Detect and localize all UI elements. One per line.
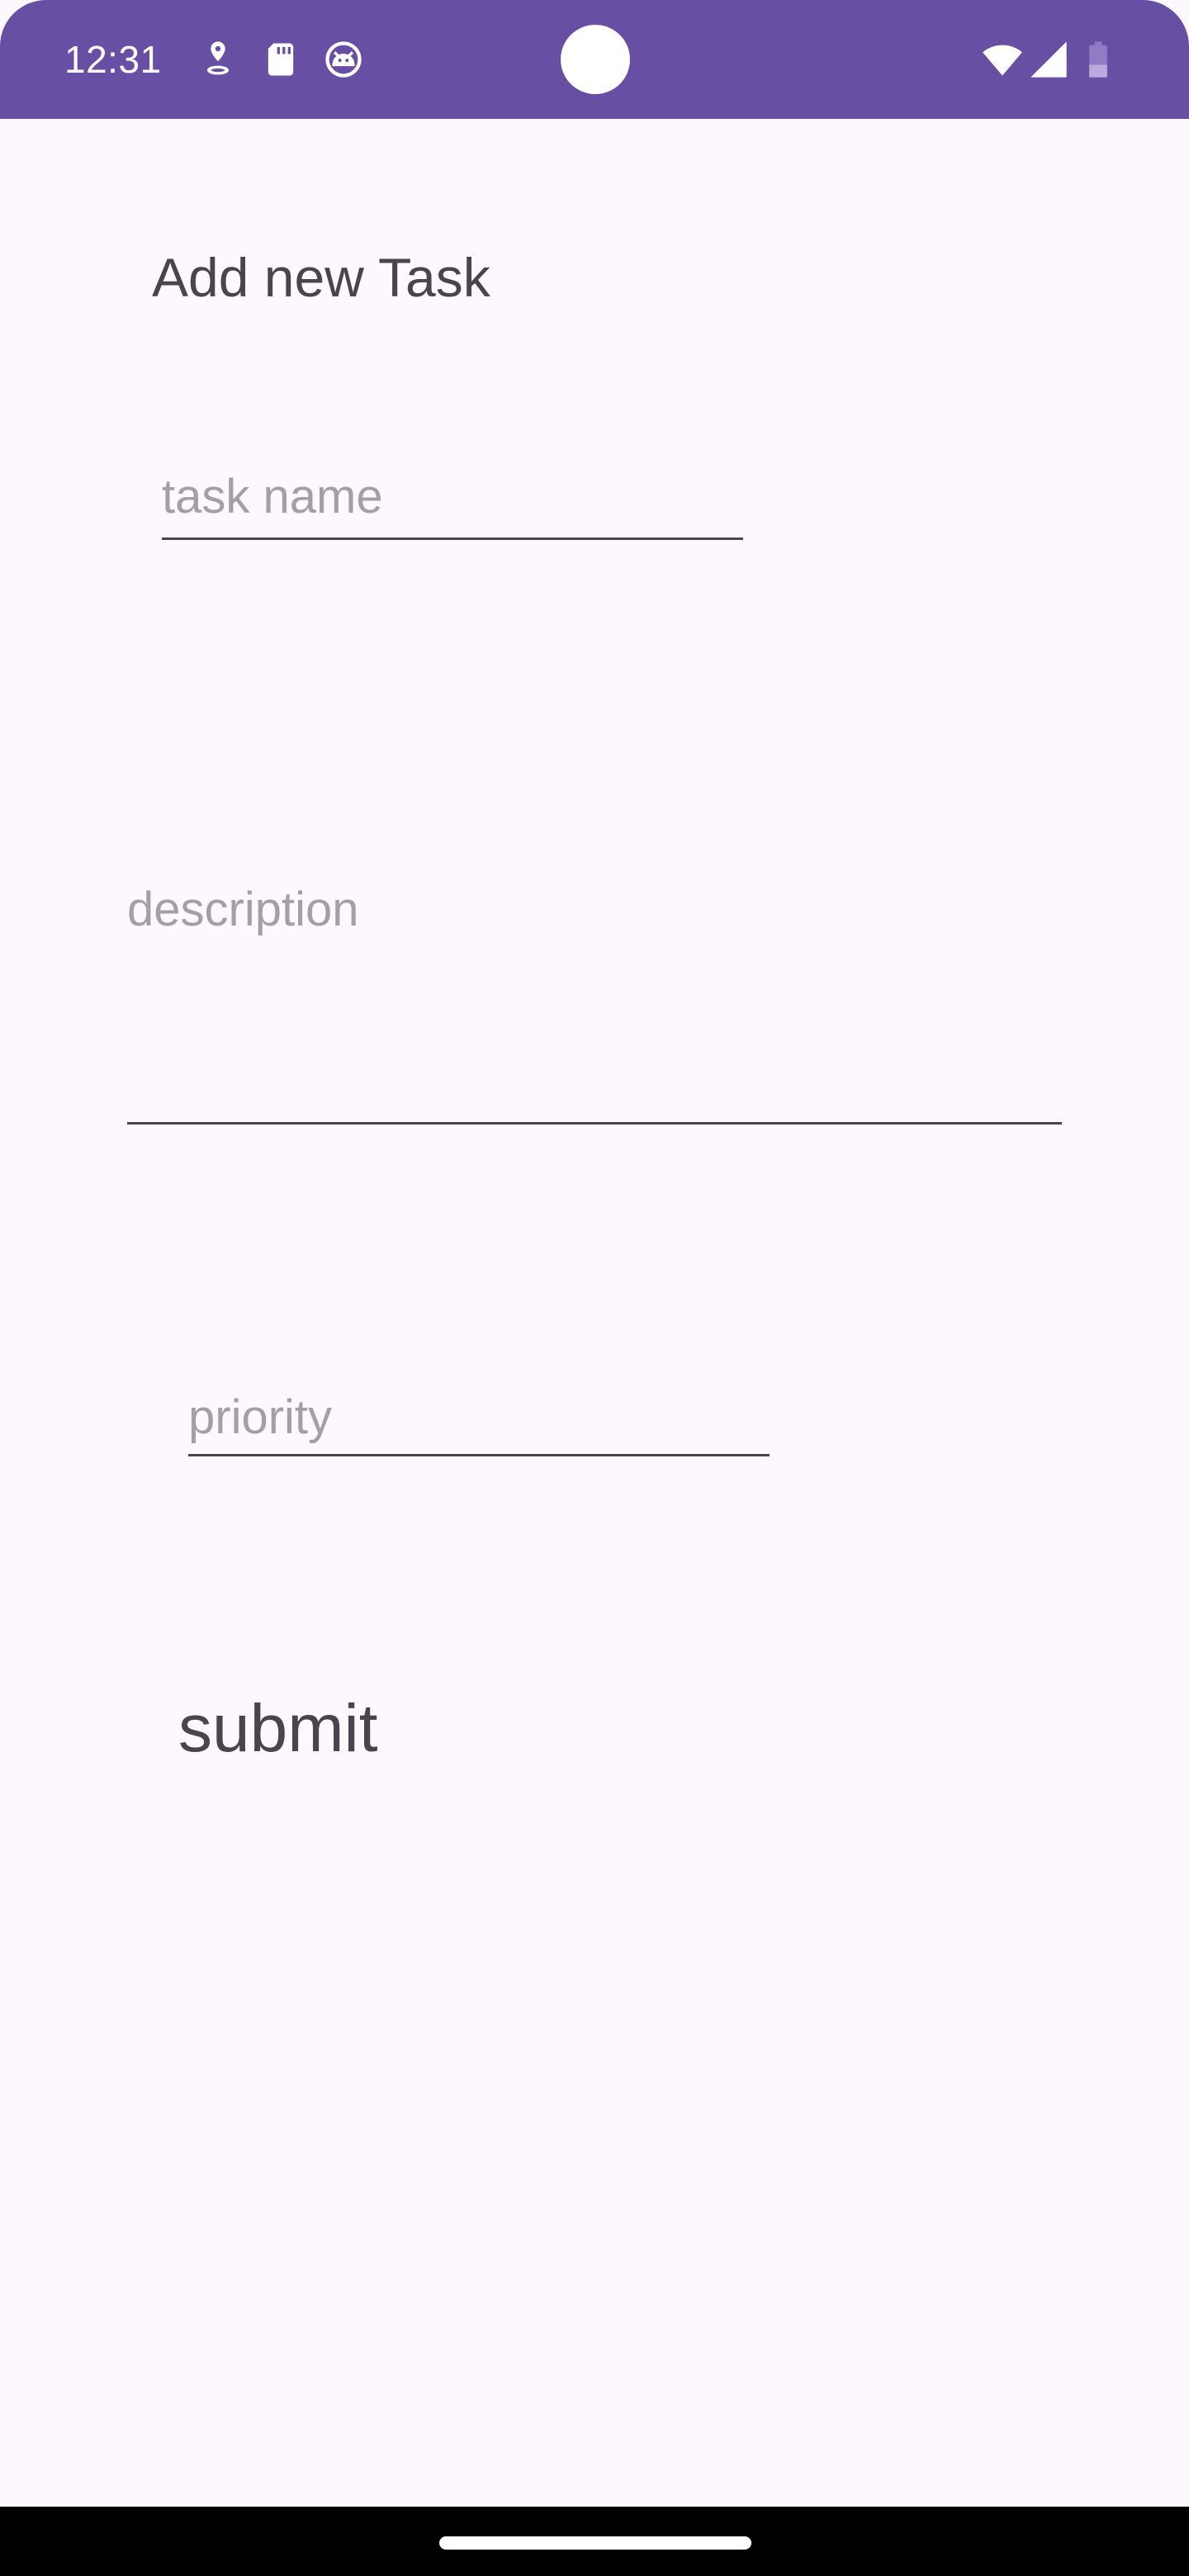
android-debug-icon: [322, 38, 365, 81]
priority-input[interactable]: [188, 1385, 770, 1450]
location-pin-icon: [197, 38, 239, 81]
home-gesture-handle[interactable]: [439, 2536, 751, 2550]
sd-card-icon: [259, 38, 302, 81]
battery-icon: [1087, 38, 1110, 81]
cell-signal-icon: [1027, 38, 1070, 81]
camera-cutout: [561, 25, 630, 94]
navigation-bar: [0, 2507, 1189, 2576]
description-field[interactable]: [127, 877, 1062, 1125]
page-title: Add new Task: [152, 247, 490, 308]
wifi-icon: [979, 38, 1026, 81]
status-bar: 12:31: [0, 0, 1189, 119]
task-name-input[interactable]: [162, 462, 743, 532]
description-input[interactable]: [127, 877, 1062, 1100]
task-name-field[interactable]: [162, 462, 743, 540]
status-time: 12:31: [64, 38, 162, 81]
app-screen: 12:31 Add new Task submit: [0, 0, 1189, 2576]
priority-field[interactable]: [188, 1385, 770, 1456]
submit-button[interactable]: submit: [149, 1679, 408, 1778]
